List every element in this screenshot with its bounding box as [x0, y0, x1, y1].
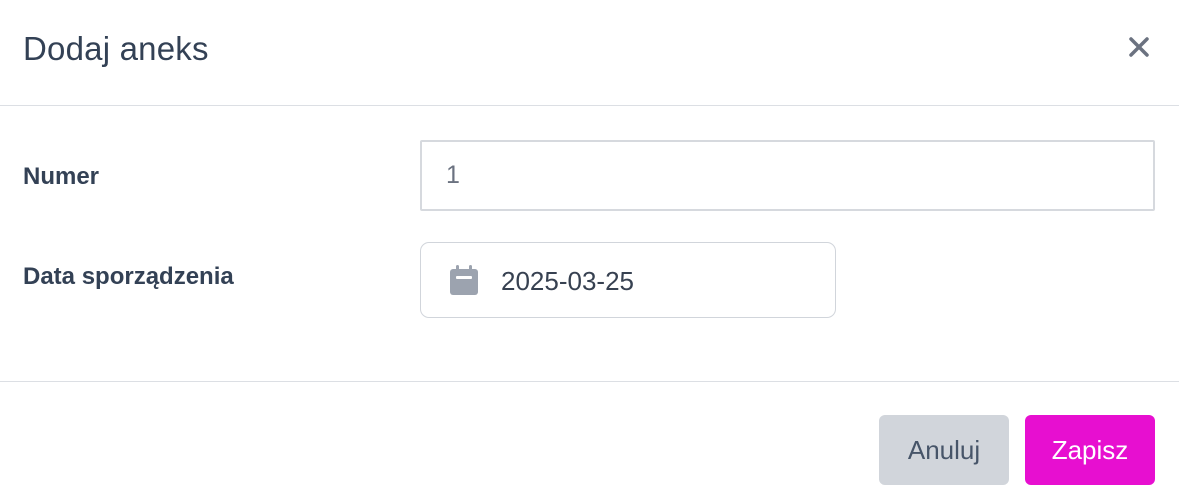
dialog-header: Dodaj aneks [0, 0, 1179, 106]
cancel-button[interactable]: Anuluj [879, 415, 1009, 485]
number-label: Numer [23, 163, 100, 190]
date-label: Data sporządzenia [23, 263, 234, 290]
date-value: 2025-03-25 [501, 266, 634, 296]
footer-divider [0, 381, 1179, 382]
date-picker-field[interactable]: 2025-03-25 [420, 242, 836, 318]
close-icon [1124, 32, 1154, 62]
calendar-icon [447, 264, 480, 297]
add-annex-dialog: Dodaj aneks Numer Data sporządzenia 2025… [0, 0, 1179, 496]
save-button[interactable]: Zapisz [1025, 415, 1155, 485]
close-button[interactable] [1124, 32, 1154, 62]
number-input[interactable] [420, 140, 1155, 211]
dialog-title: Dodaj aneks [23, 30, 209, 67]
